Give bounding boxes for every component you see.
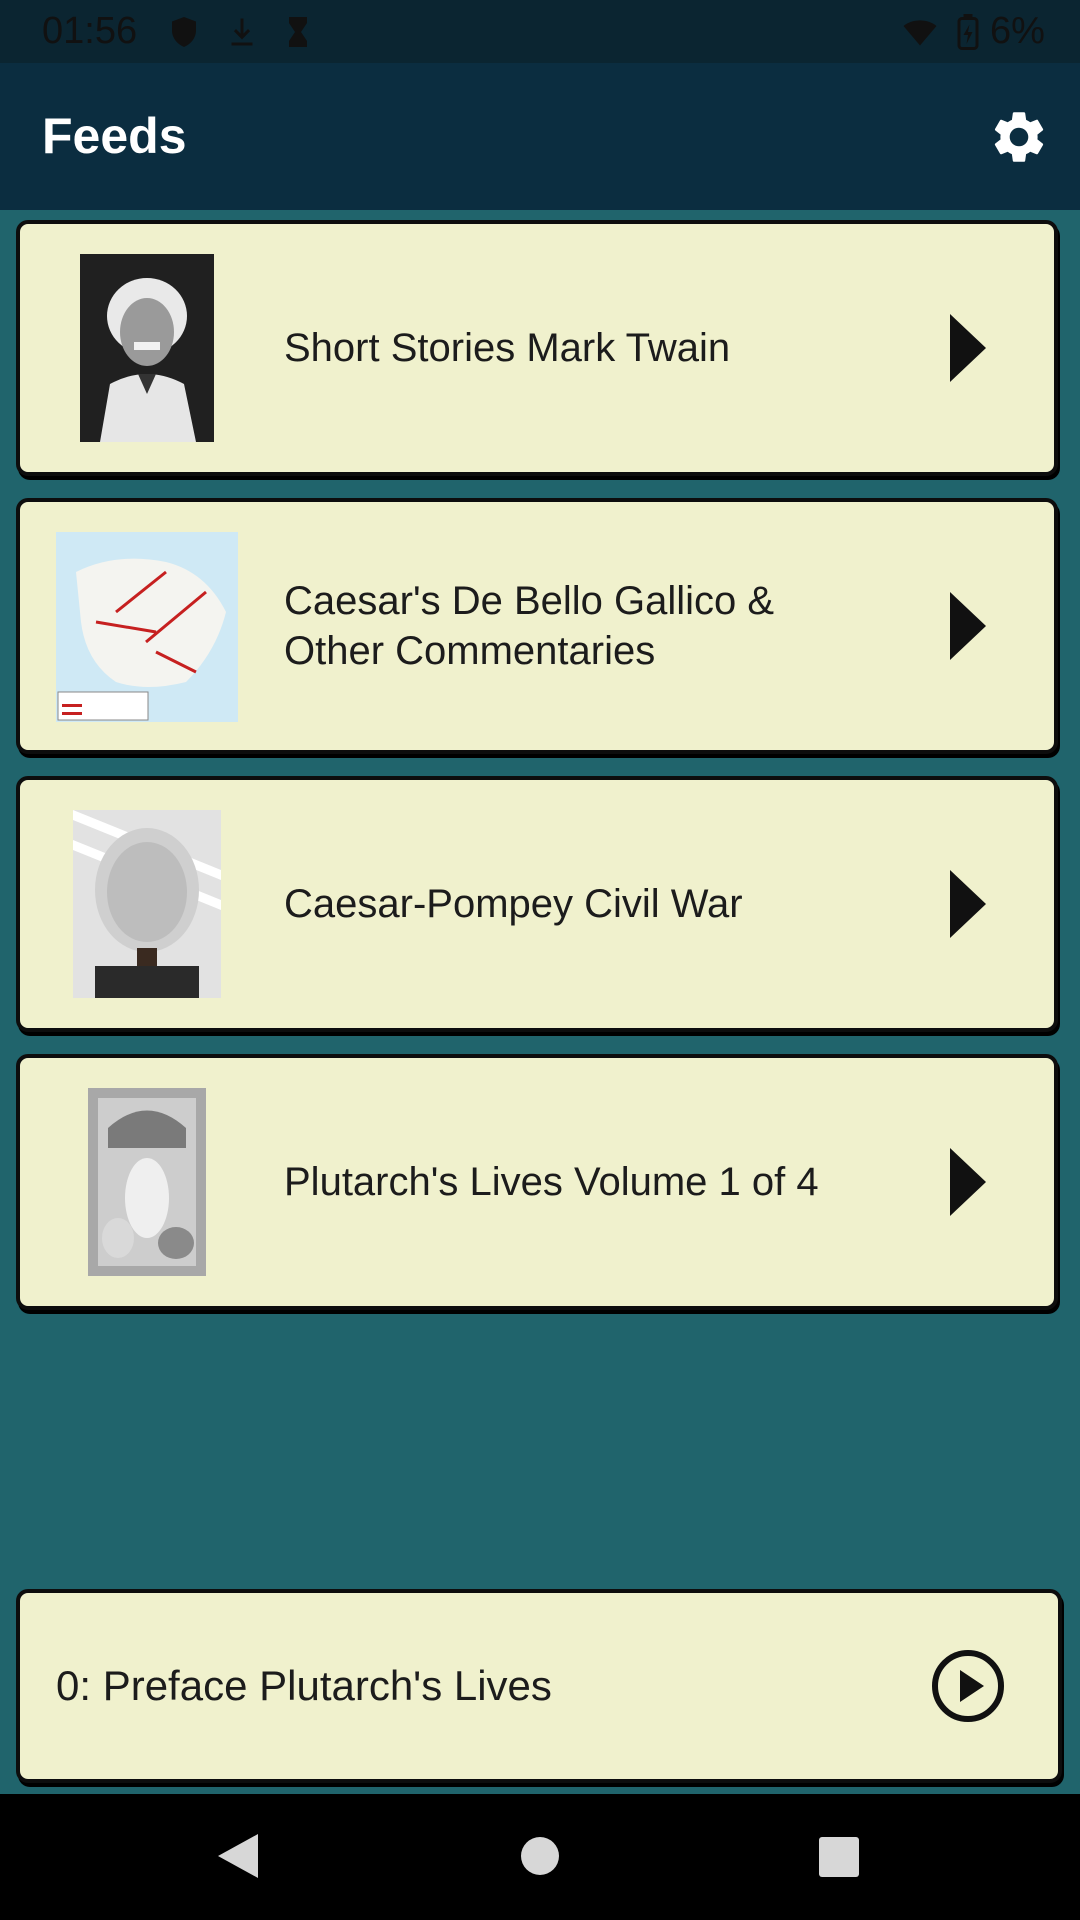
status-bar: 01:56 6% [0,0,1080,63]
bust-photo-image [73,810,221,998]
feed-title: Caesar's De Bello Gallico & Other Commen… [284,579,775,673]
feed-card-mark-twain[interactable]: Short Stories Mark Twain [16,220,1058,476]
home-icon[interactable] [520,1832,560,1880]
play-circle-icon[interactable] [930,1648,1006,1724]
now-playing-title: 0: Preface Plutarch's Lives [56,1662,552,1709]
download-icon [231,18,253,46]
feed-title: Short Stories Mark Twain [284,326,731,370]
status-time: 01:56 [42,10,138,52]
now-playing-bar[interactable]: 0: Preface Plutarch's Lives [16,1589,1062,1783]
chevron-right-icon[interactable] [948,868,988,940]
feed-thumbnail [73,810,221,998]
chevron-right-icon[interactable] [948,590,988,662]
wifi-icon [903,20,937,46]
feed-card-plutarch[interactable]: Plutarch's Lives Volume 1 of 4 [16,1054,1058,1310]
map-image [56,532,238,722]
page-title: Feeds [42,108,187,164]
shield-icon [172,17,196,47]
feed-title: Caesar-Pompey Civil War [284,882,743,926]
recents-icon[interactable] [818,1832,860,1880]
feed-card-caesar-gallico[interactable]: Caesar's De Bello Gallico & Other Commen… [16,498,1058,754]
feed-thumbnail [56,532,238,722]
feed-thumbnail [88,1088,206,1276]
chevron-right-icon[interactable] [948,1146,988,1218]
engraving-image [88,1088,206,1276]
back-icon[interactable] [216,1832,260,1880]
gear-icon[interactable] [988,106,1050,168]
feed-title: Plutarch's Lives Volume 1 of 4 [284,1160,819,1204]
hourglass-icon [289,17,307,47]
chevron-right-icon[interactable] [948,312,988,384]
battery-percent: 6% [990,10,1045,52]
app-bar: Feeds [0,63,1080,210]
feed-thumbnail [80,254,214,442]
feed-card-caesar-pompey[interactable]: Caesar-Pompey Civil War [16,776,1058,1032]
portrait-photo-image [80,254,214,442]
battery-icon [957,14,979,50]
system-nav-bar [0,1794,1080,1920]
